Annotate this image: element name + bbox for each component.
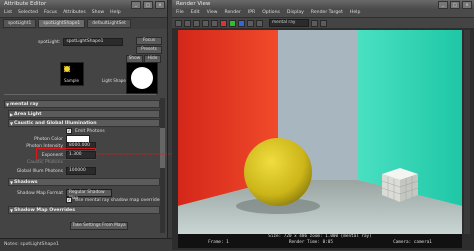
- emit-photons-label: Emit Photons: [75, 128, 105, 134]
- section-shadow-map-overrides-label: Shadow Map Overrides: [14, 208, 76, 213]
- divider: [4, 94, 156, 95]
- snapshot-icon[interactable]: [193, 19, 200, 27]
- node-tabs: spotLight1 spotLightShape1 defaultLightS…: [0, 18, 167, 29]
- render-view-window: Render View _ □ × File Edit View Render …: [172, 0, 474, 250]
- menu-edit[interactable]: Edit: [191, 9, 200, 17]
- photon-color-label: Photon Color: [34, 136, 63, 142]
- refresh-icon[interactable]: [211, 19, 218, 27]
- section-shadows-label: Shadows: [14, 180, 38, 185]
- use-shadow-overrides-label: Use mental ray shadow map overrides: [75, 197, 162, 203]
- red-channel-icon[interactable]: [220, 19, 227, 27]
- yellow-sphere: [244, 138, 312, 206]
- section-shadows[interactable]: ▼ Shadows: [8, 178, 160, 186]
- keep-image-icon[interactable]: [311, 19, 318, 27]
- attribute-editor-window: Attribute Editor _ □ × List Selected Foc…: [0, 0, 172, 251]
- render-info-footer: Size: 720 x 486 zoom: 1.000 (mental ray)…: [178, 234, 462, 248]
- maximize-icon[interactable]: □: [143, 1, 153, 9]
- notes-bar[interactable]: Notes: spotLightShape1: [0, 238, 172, 251]
- ipr-icon[interactable]: [202, 19, 209, 27]
- light-shape-circle: [131, 67, 153, 89]
- menu-selected[interactable]: Selected: [18, 9, 38, 17]
- maximize-icon[interactable]: □: [450, 1, 460, 9]
- node-type-label: spotLight:: [38, 39, 61, 45]
- collapse-arrow-icon: ▶: [10, 112, 14, 117]
- caustic-photons-label: Caustic Photons: [26, 160, 63, 165]
- menu-help[interactable]: Help: [110, 9, 120, 17]
- close-icon[interactable]: ×: [155, 1, 165, 9]
- render-view-menubar: File Edit View Render IPR Options Displa…: [172, 9, 474, 18]
- shadow-map-format-dropdown[interactable]: Regular Shadow Map: [66, 189, 112, 201]
- render-toolbar: mental ray: [172, 18, 474, 28]
- rendered-scene: [178, 30, 462, 234]
- green-channel-icon[interactable]: [229, 19, 236, 27]
- menu-ipr[interactable]: IPR: [248, 9, 255, 17]
- expand-arrow-icon: ▼: [10, 208, 14, 213]
- render-frame-icon[interactable]: [175, 19, 182, 27]
- menu-display[interactable]: Display: [287, 9, 304, 17]
- section-mental-ray-label: mental ray: [10, 102, 39, 107]
- scrollbar-thumb[interactable]: [160, 128, 165, 168]
- menu-options[interactable]: Options: [262, 9, 280, 17]
- attribute-editor-titlebar[interactable]: Attribute Editor _ □ ×: [0, 0, 167, 9]
- minimize-icon[interactable]: _: [438, 1, 448, 9]
- render-view-title: Render View: [176, 1, 211, 7]
- menu-view[interactable]: View: [207, 9, 218, 17]
- real-size-icon[interactable]: [256, 19, 263, 27]
- render-layer-dropdown[interactable]: mental ray: [269, 19, 309, 27]
- focus-button[interactable]: Focus: [136, 37, 162, 45]
- tab-spotlight1[interactable]: spotLight1: [3, 19, 37, 28]
- blue-channel-icon[interactable]: [238, 19, 245, 27]
- expand-arrow-icon: ▼: [10, 121, 14, 126]
- section-area-light[interactable]: ▶ Area Light: [8, 110, 160, 118]
- render-region-icon[interactable]: [184, 19, 191, 27]
- tab-spotlightshape1[interactable]: spotLightShape1: [38, 19, 86, 28]
- render-view-titlebar[interactable]: Render View _ □ ×: [172, 0, 474, 9]
- presets-button[interactable]: Presets: [136, 46, 162, 54]
- light-shape-label: Light Shape: [102, 78, 126, 83]
- menu-file[interactable]: File: [176, 9, 184, 17]
- sample-label: Sample: [64, 78, 79, 83]
- light-shape-swatch: [126, 62, 158, 94]
- expand-arrow-icon: ▼: [6, 102, 10, 107]
- shadow-map-format-label: Shadow Map Format: [17, 190, 63, 196]
- close-icon[interactable]: ×: [462, 1, 472, 9]
- menu-attributes[interactable]: Attributes: [63, 9, 86, 17]
- minimize-icon[interactable]: _: [131, 1, 141, 9]
- menu-list[interactable]: List: [4, 9, 12, 17]
- render-camera-info: Camera: camera1: [393, 240, 432, 245]
- expand-arrow-icon: ▼: [10, 180, 14, 185]
- section-caustic-gi[interactable]: ▼ Caustic and Global Illumination: [8, 119, 160, 127]
- section-mental-ray[interactable]: ▼ mental ray: [4, 100, 160, 108]
- render-vertical-scrollbar[interactable]: [464, 30, 470, 234]
- annotation-arrow: [96, 151, 180, 157]
- rendered-image[interactable]: [178, 30, 462, 234]
- section-shadow-map-overrides[interactable]: ▼ Shadow Map Overrides: [8, 206, 160, 214]
- tab-defaultlightset[interactable]: defaultLightSet: [87, 19, 131, 28]
- section-area-light-label: Area Light: [14, 112, 42, 117]
- menu-focus[interactable]: Focus: [44, 9, 57, 17]
- menu-help[interactable]: Help: [350, 9, 360, 17]
- global-illum-photons-label: Global Illum Photons: [16, 168, 63, 174]
- alpha-icon[interactable]: [247, 19, 254, 27]
- exponent-label: Exponent: [41, 152, 63, 158]
- attribute-scrollbar[interactable]: [160, 98, 165, 233]
- menu-render-target[interactable]: Render Target: [311, 9, 343, 17]
- section-caustic-gi-label: Caustic and Global Illumination: [14, 121, 97, 126]
- take-settings-button[interactable]: Take Settings From Maya: [70, 222, 128, 230]
- global-illum-photons-field[interactable]: 100000: [66, 167, 96, 175]
- menu-render[interactable]: Render: [225, 9, 241, 17]
- attribute-editor-title: Attribute Editor: [4, 1, 47, 7]
- exponent-field[interactable]: 1.300: [66, 151, 96, 159]
- use-shadow-overrides-checkbox[interactable]: ✓: [66, 197, 72, 203]
- node-name-field[interactable]: spotLightShape1: [63, 38, 124, 46]
- attribute-editor-menubar: List Selected Focus Attributes Show Help: [0, 9, 167, 18]
- remove-image-icon[interactable]: [320, 19, 327, 27]
- menu-show[interactable]: Show: [92, 9, 104, 17]
- emit-photons-checkbox[interactable]: ✓: [66, 128, 72, 134]
- render-frame-info: Frame: 1: [208, 240, 229, 245]
- render-time-info: Render Time: 0:05: [288, 240, 333, 245]
